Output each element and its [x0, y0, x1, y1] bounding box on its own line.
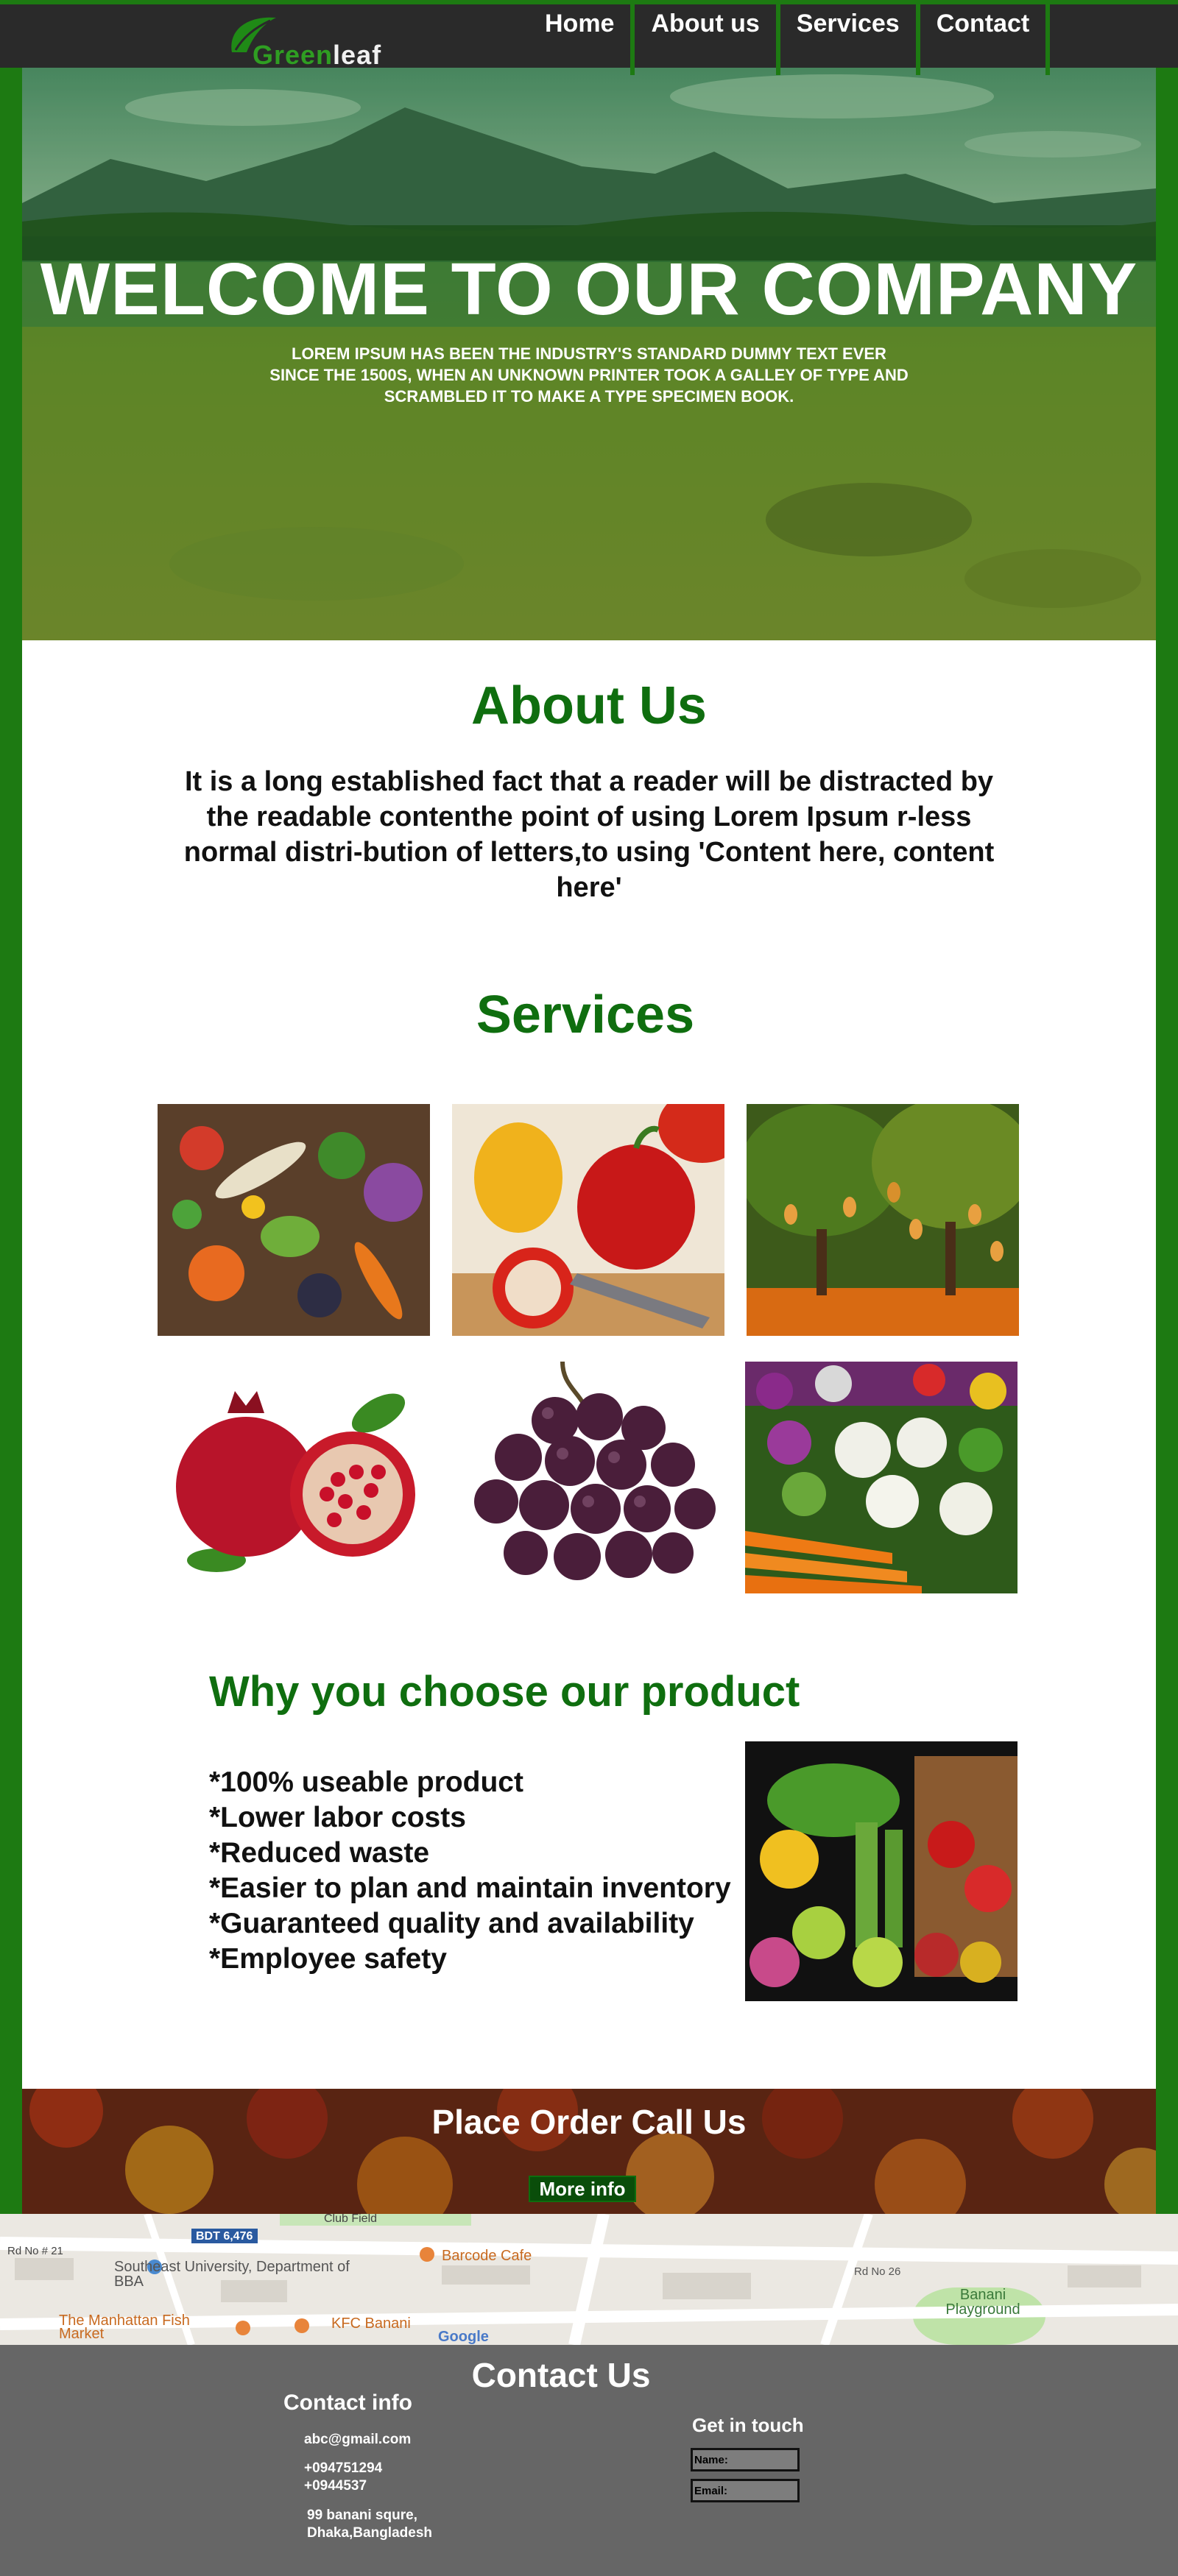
contact-phone-1[interactable]: +094751294 — [304, 2460, 382, 2477]
why-choose-title: Why you choose our product — [209, 1668, 800, 1716]
why-item: *Lower labor costs — [209, 1802, 466, 1833]
map-label: KFC Banani — [331, 2315, 411, 2332]
why-choose-list: *100% useable product *Lower labor costs… — [209, 1765, 731, 1977]
mango-tree-image — [747, 1104, 1019, 1336]
logo-text: Greenleaf — [253, 40, 381, 71]
why-item: *Easier to plan and maintain inventory — [209, 1872, 731, 1904]
map-label: The Manhattan Fish Market — [59, 2313, 190, 2342]
map-label: Barcode Cafe — [442, 2248, 532, 2264]
google-logo: Google — [438, 2329, 489, 2345]
service-tile-market-vegetables[interactable] — [745, 1362, 1017, 1593]
top-navbar: Greenleaf Home About us Services Contact — [0, 0, 1178, 75]
map-label: Rd No 26 — [854, 2265, 901, 2278]
nav-menu: Home About us Services Contact — [529, 4, 1051, 75]
why-item: *100% useable product — [209, 1766, 523, 1798]
service-tile-grapes[interactable] — [452, 1362, 724, 1593]
footer-contact: Contact Us Contact info abc@gmail.com +0… — [0, 2345, 1178, 2576]
why-item: *Reduced waste — [209, 1837, 430, 1869]
nav-home[interactable]: Home — [529, 4, 635, 75]
logo-text-green: Green — [253, 40, 334, 70]
map-label: Rd No # 21 — [7, 2245, 63, 2257]
email-input[interactable] — [693, 2481, 797, 2500]
vegetables-image — [158, 1104, 430, 1336]
location-map[interactable]: Club Field Rd No # 21 BDT 6,476 Southeas… — [0, 2214, 1178, 2345]
hero-subtext: LOREM IPSUM HAS BEEN THE INDUSTRY'S STAN… — [269, 344, 909, 406]
peppers-image — [452, 1104, 724, 1336]
service-tile-vegetables[interactable] — [158, 1104, 430, 1336]
contact-title: Contact Us — [471, 2356, 651, 2394]
grapes-image — [452, 1362, 724, 1593]
name-field-wrapper — [691, 2448, 800, 2471]
pomegranate-image — [158, 1362, 430, 1593]
name-input[interactable] — [693, 2450, 797, 2469]
contact-address-1: 99 banani squre, — [307, 2508, 417, 2523]
map-label: Southeast University, Department of BBA — [114, 2259, 350, 2290]
nav-contact[interactable]: Contact — [920, 4, 1051, 75]
map-label: Club Field — [324, 2214, 378, 2225]
nav-about-us[interactable]: About us — [635, 4, 780, 75]
hero-title: WELCOME TO OUR COMPANY — [40, 248, 1138, 330]
get-in-touch-title: Get in touch — [692, 2414, 804, 2436]
hero-banner: WELCOME TO OUR COMPANY LOREM IPSUM HAS B… — [22, 63, 1156, 640]
services-title: Services — [476, 986, 695, 1044]
service-tile-pomegranate[interactable] — [158, 1362, 430, 1593]
email-field-wrapper — [691, 2479, 800, 2502]
about-text: It is a long established fact that a rea… — [183, 766, 995, 903]
why-item: *Employee safety — [209, 1943, 447, 1975]
contact-email[interactable]: abc@gmail.com — [304, 2431, 411, 2449]
more-info-button[interactable]: More info — [529, 2176, 636, 2202]
why-item: *Guaranteed quality and availability — [209, 1908, 694, 1939]
contact-info-title: Contact info — [283, 2391, 412, 2415]
map-label: BDT 6,476 — [196, 2230, 253, 2243]
order-banner: Place Order Call Us More info — [22, 2089, 1156, 2214]
produce-crate-image — [745, 1741, 1017, 2001]
logo[interactable]: Greenleaf — [225, 10, 423, 71]
contact-phone-2[interactable]: +0944537 — [304, 2477, 367, 2495]
main-content: About Us It is a long established fact t… — [22, 640, 1156, 2089]
order-title: Place Order Call Us — [431, 2103, 747, 2141]
map-label: Banani Playground — [945, 2287, 1020, 2318]
contact-address-2: Dhaka,Bangladesh — [307, 2525, 432, 2541]
service-tile-mango-trees[interactable] — [747, 1104, 1019, 1336]
market-vegetables-image — [745, 1362, 1017, 1593]
logo-text-white: leaf — [333, 40, 382, 70]
service-tile-peppers[interactable] — [452, 1104, 724, 1336]
about-title: About Us — [471, 676, 707, 735]
nav-services[interactable]: Services — [780, 4, 920, 75]
